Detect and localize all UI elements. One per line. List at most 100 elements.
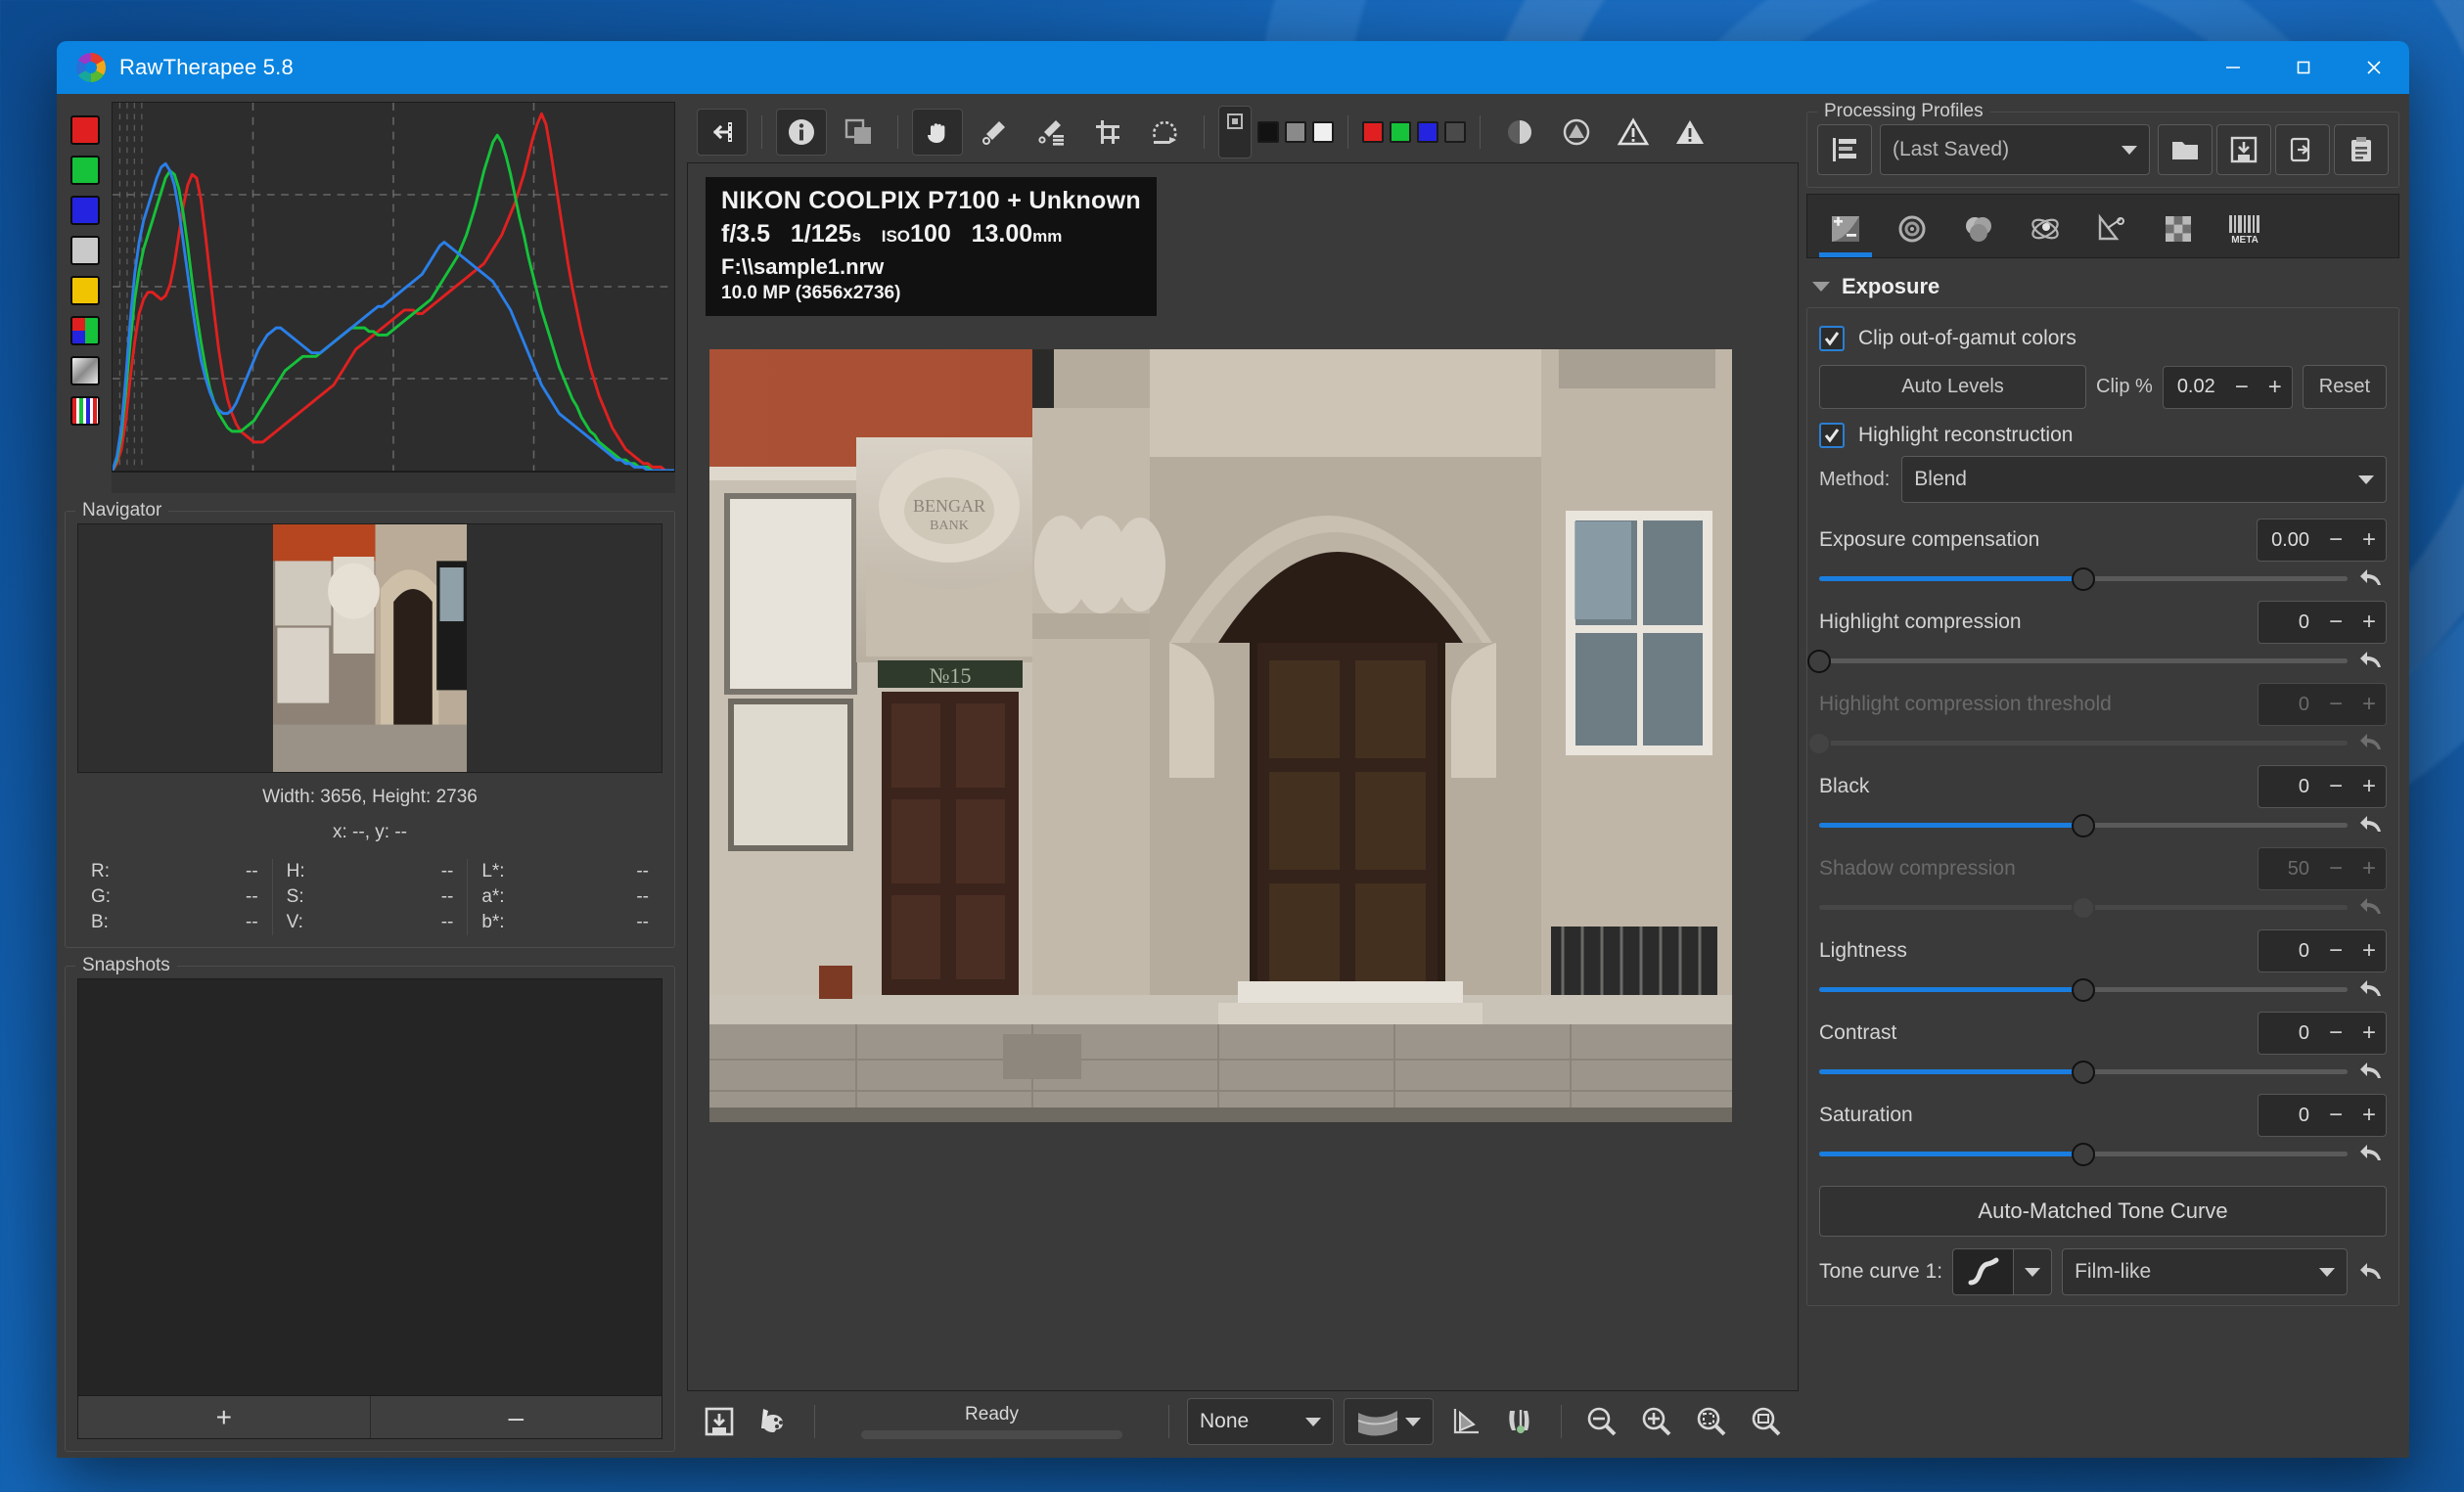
slider-saturation-minus-button[interactable]: − xyxy=(2319,1095,2352,1136)
tab-detail[interactable] xyxy=(1882,201,1942,257)
slider-highlight-compression-plus-button[interactable]: + xyxy=(2352,602,2386,643)
histogram-mode-toggle[interactable] xyxy=(70,356,100,385)
clipped-shadows-icon[interactable] xyxy=(1608,109,1659,156)
slider-highlight-compression-threshold-minus-button[interactable]: − xyxy=(2319,684,2352,725)
back-to-filebrowser-icon[interactable] xyxy=(697,109,748,156)
histogram-blue-toggle[interactable] xyxy=(70,196,100,225)
tone-curve-shape-dropdown[interactable] xyxy=(2013,1248,2053,1295)
white-balance-picker-icon[interactable] xyxy=(969,109,1020,156)
histogram-red-toggle[interactable] xyxy=(70,115,100,145)
slider-exposure-compensation[interactable]: Exposure compensation 0.00− + xyxy=(1819,519,2387,591)
slider-saturation-spinner[interactable]: 0− + xyxy=(2258,1094,2387,1137)
focus-mask-icon[interactable] xyxy=(1551,109,1602,156)
slider-shadow-compression-plus-button[interactable]: + xyxy=(2352,848,2386,889)
histogram-rgb-toggle[interactable] xyxy=(70,316,100,345)
spot-wb-picker-icon[interactable] xyxy=(1026,109,1076,156)
soft-proofing-icon[interactable] xyxy=(1344,1398,1434,1445)
method-dropdown[interactable]: Blend xyxy=(1901,456,2387,503)
hand-icon[interactable] xyxy=(912,109,963,156)
close-button[interactable] xyxy=(2339,41,2409,94)
slider-contrast-spinner[interactable]: 0− + xyxy=(2258,1012,2387,1055)
before-after-icon[interactable] xyxy=(833,109,884,156)
profile-list-icon[interactable] xyxy=(1817,124,1872,175)
histogram-chromaticity-toggle[interactable] xyxy=(70,276,100,305)
clip-percent-minus-button[interactable]: − xyxy=(2225,367,2259,408)
copy-profile-icon[interactable] xyxy=(2275,124,2330,175)
slider-highlight-compression-reset-icon[interactable] xyxy=(2357,650,2387,671)
channel-red-button[interactable] xyxy=(1362,121,1384,143)
slider-highlight-compression-threshold-rail[interactable] xyxy=(1807,730,2348,755)
zoom-out-icon[interactable] xyxy=(1579,1399,1624,1444)
save-icon[interactable] xyxy=(697,1399,742,1444)
slider-highlight-compression-rail[interactable] xyxy=(1807,648,2348,673)
slider-saturation-rail[interactable] xyxy=(1819,1141,2348,1166)
slider-lightness-plus-button[interactable]: + xyxy=(2352,930,2386,972)
slider-saturation[interactable]: Saturation 0− + xyxy=(1819,1094,2387,1166)
straighten-icon[interactable] xyxy=(1139,109,1190,156)
slider-exposure-compensation-plus-button[interactable]: + xyxy=(2352,520,2386,561)
slider-highlight-compression-threshold-spinner[interactable]: 0− + xyxy=(2258,683,2387,726)
clip-percent-spinner[interactable]: 0.02 − + xyxy=(2162,365,2293,409)
reset-button[interactable]: Reset xyxy=(2302,365,2387,409)
clip-out-of-gamut-checkbox[interactable]: Clip out-of-gamut colors xyxy=(1819,326,2387,351)
profile-select[interactable]: None xyxy=(1187,1398,1334,1445)
slider-shadow-compression-spinner[interactable]: 50− + xyxy=(2258,847,2387,890)
channel-blue-button[interactable] xyxy=(1417,121,1438,143)
channel-luminance-button[interactable] xyxy=(1444,121,1466,143)
save-profile-icon[interactable] xyxy=(2216,124,2271,175)
slider-highlight-compression-spinner[interactable]: 0− + xyxy=(2258,601,2387,644)
slider-lightness-reset-icon[interactable] xyxy=(2357,978,2387,1000)
slider-saturation-reset-icon[interactable] xyxy=(2357,1143,2387,1164)
slider-black-spinner[interactable]: 0− + xyxy=(2258,765,2387,808)
zoom-to-fit-icon[interactable] xyxy=(1689,1399,1734,1444)
slider-highlight-compression-threshold-plus-button[interactable]: + xyxy=(2352,684,2386,725)
tab-metadata[interactable]: META xyxy=(2214,201,2275,257)
slider-black-minus-button[interactable]: − xyxy=(2319,766,2352,807)
slider-exposure-compensation-spinner[interactable]: 0.00− + xyxy=(2257,519,2387,562)
image-canvas[interactable]: NIKON COOLPIX P7100 + Unknown f/3.5 1/12… xyxy=(687,162,1799,1391)
tab-exposure[interactable] xyxy=(1815,201,1876,257)
slider-contrast-minus-button[interactable]: − xyxy=(2319,1013,2352,1054)
histogram-raw-toggle[interactable] xyxy=(70,396,100,426)
slider-lightness-spinner[interactable]: 0− + xyxy=(2258,929,2387,972)
slider-highlight-compression-threshold[interactable]: Highlight compression threshold 0− + xyxy=(1807,683,2387,755)
slider-black-plus-button[interactable]: + xyxy=(2352,766,2386,807)
exposure-section-header[interactable]: Exposure xyxy=(1806,264,2399,307)
histogram-plot[interactable] xyxy=(112,102,675,472)
slider-black[interactable]: Black 0− + xyxy=(1819,765,2387,837)
clipped-highlights-icon[interactable] xyxy=(1665,109,1715,156)
slider-contrast-plus-button[interactable]: + xyxy=(2352,1013,2386,1054)
slider-lightness-rail[interactable] xyxy=(1819,976,2348,1002)
slider-highlight-compression[interactable]: Highlight compression 0− + xyxy=(1807,601,2387,673)
load-profile-icon[interactable] xyxy=(2158,124,2213,175)
tone-curve-reset-icon[interactable] xyxy=(2357,1261,2387,1283)
slider-black-reset-icon[interactable] xyxy=(2357,814,2387,836)
put-to-queue-icon[interactable] xyxy=(752,1399,797,1444)
slider-highlight-compression-threshold-reset-icon[interactable] xyxy=(2357,732,2387,753)
tab-transform[interactable] xyxy=(2081,201,2142,257)
zoom-100-icon[interactable] xyxy=(1744,1399,1789,1444)
slider-highlight-compression-minus-button[interactable]: − xyxy=(2319,602,2352,643)
background-light-swatch[interactable] xyxy=(1312,121,1334,143)
snapshot-remove-button[interactable]: – xyxy=(369,1396,662,1438)
slider-shadow-compression-minus-button[interactable]: − xyxy=(2319,848,2352,889)
before-after-split-icon[interactable] xyxy=(1498,1399,1543,1444)
slider-lightness[interactable]: Lightness 0− + xyxy=(1819,929,2387,1002)
snapshot-add-button[interactable]: + xyxy=(78,1396,370,1438)
slider-contrast[interactable]: Contrast 0− + xyxy=(1819,1012,2387,1084)
highlight-reconstruction-checkbox[interactable]: Highlight reconstruction xyxy=(1819,423,2387,448)
gamut-check-icon[interactable] xyxy=(1443,1399,1488,1444)
clip-percent-plus-button[interactable]: + xyxy=(2259,367,2292,408)
auto-matched-tone-curve-button[interactable]: Auto-Matched Tone Curve xyxy=(1819,1186,2387,1237)
paste-profile-icon[interactable] xyxy=(2334,124,2389,175)
slider-contrast-rail[interactable] xyxy=(1819,1059,2348,1084)
tone-curve-type-dropdown[interactable]: Film-like xyxy=(2062,1248,2348,1295)
tab-advanced[interactable] xyxy=(2015,201,2076,257)
histogram-green-toggle[interactable] xyxy=(70,156,100,185)
slider-contrast-reset-icon[interactable] xyxy=(2357,1061,2387,1082)
photo-preview[interactable]: BENGAR BANK №15 xyxy=(709,349,1732,1122)
tab-raw[interactable] xyxy=(2148,201,2209,257)
background-color-button[interactable] xyxy=(1218,106,1252,158)
slider-exposure-compensation-rail[interactable] xyxy=(1819,565,2348,591)
background-mid-swatch[interactable] xyxy=(1285,121,1306,143)
